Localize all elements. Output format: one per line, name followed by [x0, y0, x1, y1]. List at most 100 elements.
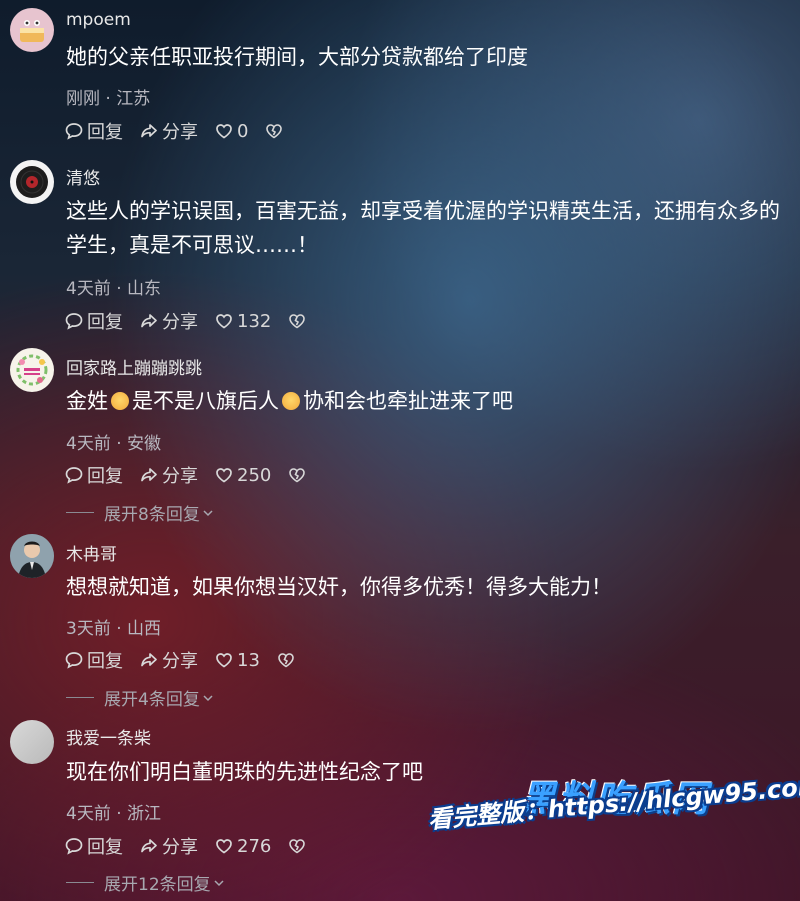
divider-line [66, 882, 94, 883]
expand-replies-label: 展开12条回复 [104, 875, 211, 895]
embarrassed-emoji-icon [282, 392, 300, 410]
man-portrait-icon [10, 534, 54, 578]
comment-text-part: 金姓 [66, 389, 108, 413]
broken-heart-icon [266, 124, 283, 139]
comment-text: 她的父亲任职亚投行期间，大部分贷款都给了印度 [66, 45, 528, 69]
comment-meta: 4天前 · 安徽 [66, 434, 162, 454]
dislike-button[interactable] [287, 311, 307, 331]
like-button[interactable]: 0 [214, 121, 248, 142]
share-label: 分享 [162, 466, 198, 487]
share-button[interactable]: 分享 [139, 308, 198, 334]
reply-bubble-icon [65, 313, 83, 330]
broken-heart-icon [289, 839, 306, 854]
reply-button[interactable]: 回复 [64, 462, 123, 488]
share-label: 分享 [162, 651, 198, 672]
like-count: 132 [237, 310, 272, 332]
reply-label: 回复 [87, 312, 123, 333]
share-button[interactable]: 分享 [139, 118, 198, 144]
like-count: 250 [237, 464, 272, 486]
chevron-down-icon [203, 694, 213, 701]
dislike-button[interactable] [287, 465, 307, 485]
divider-line [66, 512, 94, 513]
comment-meta: 刚刚 · 江苏 [66, 89, 151, 109]
heart-icon [216, 653, 232, 668]
reply-label: 回复 [87, 466, 123, 487]
reply-bubble-icon [65, 652, 83, 669]
like-button[interactable]: 250 [214, 465, 271, 486]
share-arrow-icon [141, 468, 157, 482]
broken-heart-icon [278, 653, 294, 668]
expand-replies-button[interactable]: 展开4条回复 [66, 685, 214, 710]
username[interactable]: mpoem [66, 10, 131, 30]
comment-meta: 4天前 · 山东 [66, 279, 162, 299]
comment-text-part: 是不是八旗后人 [132, 389, 279, 413]
heart-icon [216, 468, 232, 483]
dislike-button[interactable] [276, 650, 296, 670]
comment-meta: 4天前 · 浙江 [66, 804, 162, 824]
share-label: 分享 [162, 837, 198, 858]
heart-icon [216, 314, 232, 329]
dislike-button[interactable] [287, 836, 307, 856]
broken-heart-icon [289, 468, 306, 483]
username[interactable]: 回家路上蹦蹦跳跳 [66, 354, 202, 379]
share-button[interactable]: 分享 [139, 833, 198, 859]
flower-wreath-icon [16, 354, 48, 386]
share-button[interactable]: 分享 [139, 647, 198, 673]
reply-label: 回复 [87, 122, 123, 143]
comment-text-part: 协和会也牵扯进来了吧 [303, 389, 513, 413]
avatar[interactable] [10, 8, 54, 52]
comment-actions: 回复 分享 0 [64, 118, 284, 144]
comment-text: 金姓 是不是八旗后人 协和会也牵扯进来了吧 [66, 384, 786, 418]
expand-replies-label: 展开8条回复 [104, 505, 200, 525]
reply-bubble-icon [65, 838, 83, 855]
avatar[interactable] [10, 160, 54, 204]
like-button[interactable]: 276 [214, 836, 271, 857]
heart-icon [216, 839, 232, 854]
share-arrow-icon [141, 124, 157, 138]
avatar[interactable] [10, 720, 54, 764]
like-button[interactable]: 13 [214, 650, 260, 671]
reply-button[interactable]: 回复 [64, 118, 123, 144]
comment-actions: 回复 分享 13 [64, 647, 296, 673]
dislike-button[interactable] [264, 121, 284, 141]
chevron-down-icon [214, 879, 224, 886]
expand-replies-button[interactable]: 展开8条回复 [66, 500, 214, 525]
username[interactable]: 我爱一条柴 [66, 724, 151, 749]
reply-button[interactable]: 回复 [64, 647, 123, 673]
reply-bubble-icon [65, 467, 83, 484]
reply-label: 回复 [87, 651, 123, 672]
vinyl-record-icon [16, 166, 48, 198]
chevron-down-icon [203, 509, 213, 516]
reply-button[interactable]: 回复 [64, 308, 123, 334]
avatar[interactable] [10, 348, 54, 392]
avatar[interactable] [10, 534, 54, 578]
reply-label: 回复 [87, 837, 123, 858]
broken-heart-icon [289, 314, 306, 329]
comment-text: 这些人的学识误国，百害无益，却享受着优渥的学识精英生活，还拥有众多的学生，真是不… [66, 199, 780, 257]
comment-text: 想想就知道，如果你想当汉奸，你得多优秀！得多大能力！ [66, 575, 612, 599]
like-button[interactable]: 132 [214, 311, 271, 332]
heart-icon [216, 124, 232, 139]
blank-avatar-icon [10, 720, 54, 764]
reply-button[interactable]: 回复 [64, 833, 123, 859]
expand-replies-button[interactable]: 展开12条回复 [66, 870, 225, 895]
like-count: 276 [237, 835, 272, 857]
cake-avatar-icon [20, 20, 44, 42]
comment-meta: 3天前 · 山西 [66, 619, 162, 639]
embarrassed-emoji-icon [111, 392, 129, 410]
expand-replies-label: 展开4条回复 [104, 690, 200, 710]
username[interactable]: 木冉哥 [66, 540, 117, 565]
like-count: 13 [237, 649, 260, 671]
username[interactable]: 清悠 [66, 164, 100, 189]
comment-actions: 回复 分享 276 [64, 833, 307, 859]
share-label: 分享 [162, 312, 198, 333]
share-arrow-icon [141, 653, 157, 667]
reply-bubble-icon [65, 123, 83, 140]
share-arrow-icon [141, 839, 157, 853]
divider-line [66, 697, 94, 698]
share-button[interactable]: 分享 [139, 462, 198, 488]
share-label: 分享 [162, 122, 198, 143]
comment-actions: 回复 分享 250 [64, 462, 307, 488]
comment-actions: 回复 分享 132 [64, 308, 307, 334]
share-arrow-icon [141, 314, 157, 328]
